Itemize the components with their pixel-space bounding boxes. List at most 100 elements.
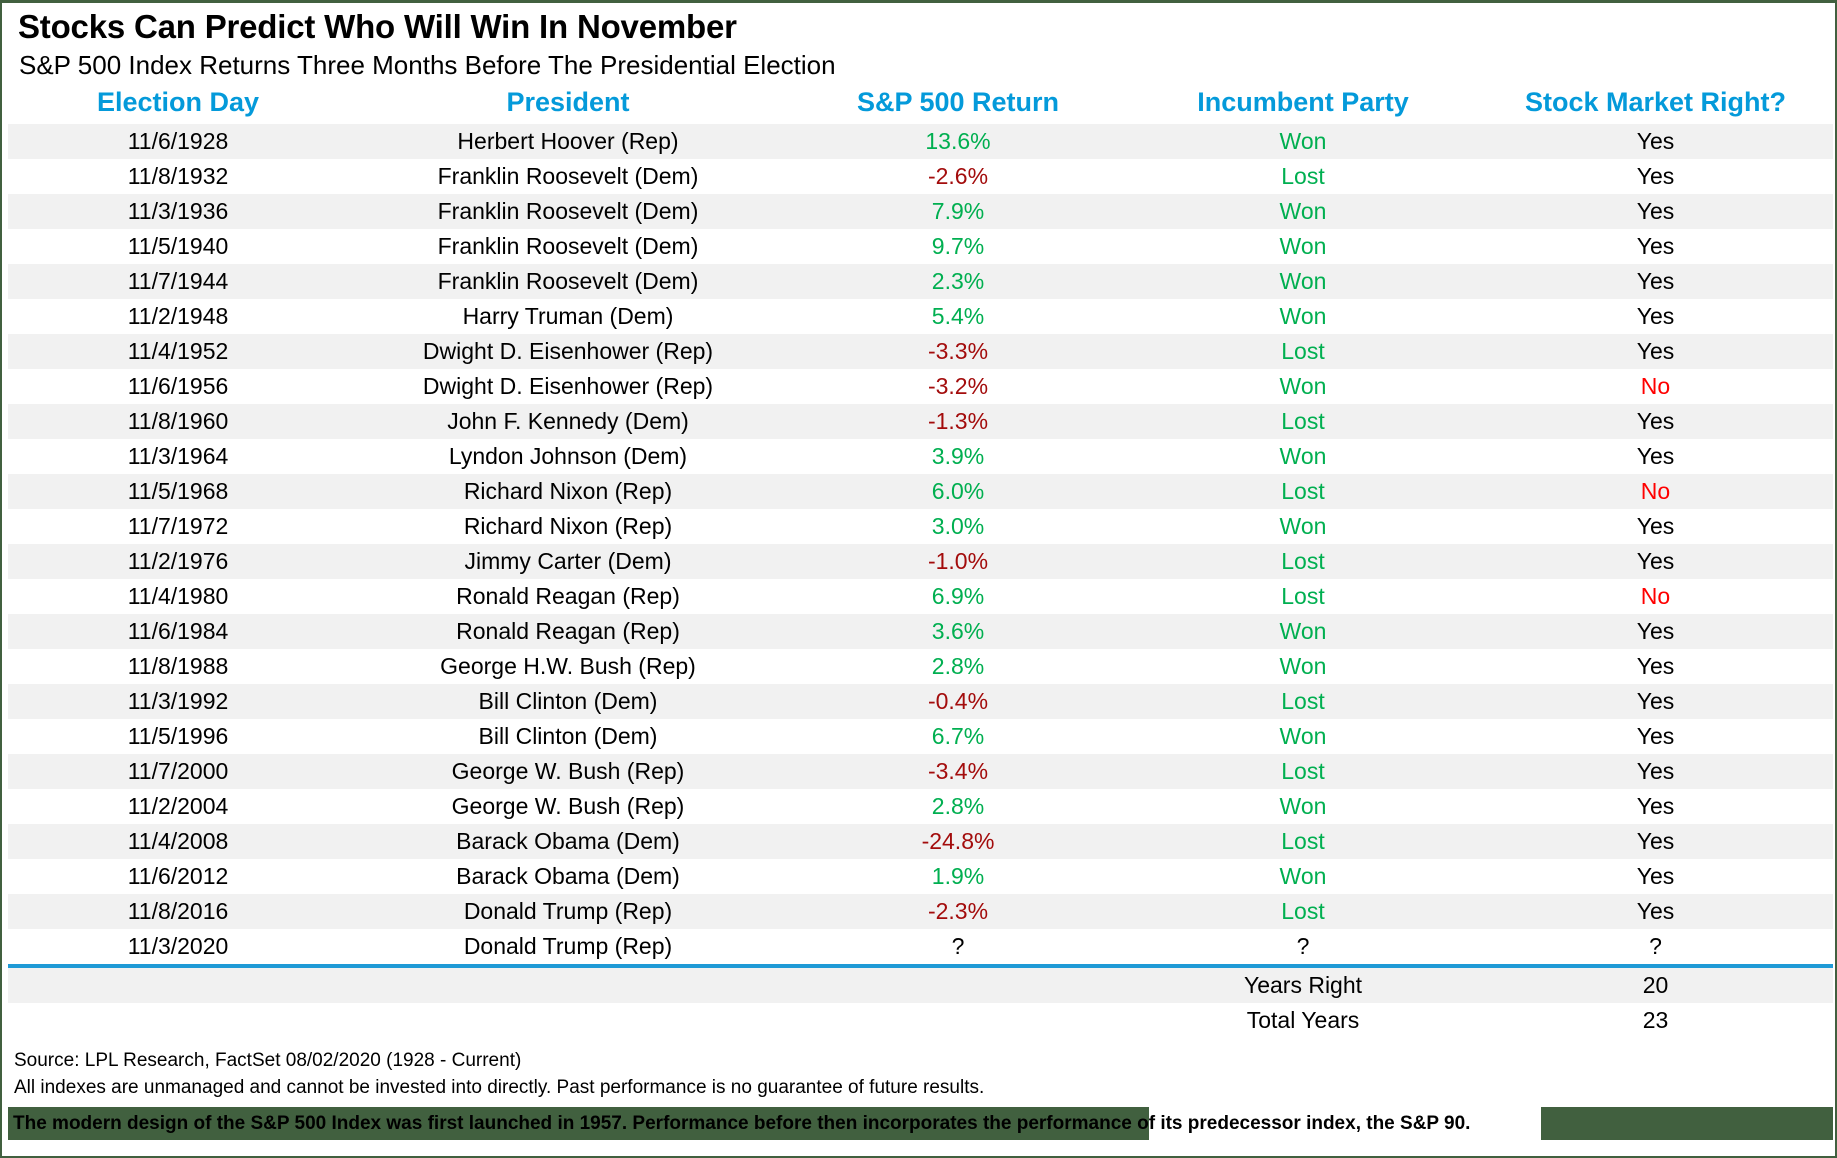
cell-stock-market-right: Yes <box>1478 613 1833 649</box>
table-row: 11/7/1972 Richard Nixon (Rep) 3.0% Won Yes <box>8 508 1833 544</box>
cell-sp500-return: 6.0% <box>788 473 1128 509</box>
cell-incumbent-party: ? <box>1128 928 1478 966</box>
cell-incumbent-party: Won <box>1128 438 1478 474</box>
cell-president: Richard Nixon (Rep) <box>348 473 788 509</box>
cell-election-day: 11/8/1960 <box>8 403 348 439</box>
cell-election-day: 11/4/1980 <box>8 578 348 614</box>
cell-incumbent-party: Won <box>1128 788 1478 824</box>
cell-incumbent-party: Lost <box>1128 823 1478 859</box>
table-row: 11/4/1952 Dwight D. Eisenhower (Rep) -3.3%… <box>8 333 1833 369</box>
cell-election-day: 11/3/2020 <box>8 928 348 966</box>
table-row: 11/6/1956 Dwight D. Eisenhower (Rep) -3.2%… <box>8 368 1833 404</box>
table-row: 11/3/1964 Lyndon Johnson (Dem) 3.9% Won Yes <box>8 438 1833 474</box>
cell-incumbent-party: Lost <box>1128 578 1478 614</box>
cell-president: Franklin Roosevelt (Dem) <box>348 193 788 229</box>
table-row: 11/3/2020 Donald Trump (Rep)??? <box>8 928 1833 966</box>
cell-incumbent-party: Won <box>1128 298 1478 334</box>
cell-president: George W. Bush (Rep) <box>348 788 788 824</box>
summary-label: Years Right <box>1128 967 1478 1003</box>
cell-president: Donald Trump (Rep) <box>348 893 788 929</box>
cell-president: Dwight D. Eisenhower (Rep) <box>348 333 788 369</box>
table-row: 11/3/1992 Bill Clinton (Dem) -0.4% Lost Yes <box>8 683 1833 719</box>
summary-table: Years Right 20 Total Years 23 <box>8 967 1833 1038</box>
cell-incumbent-party: Won <box>1128 718 1478 754</box>
summary-label: Total Years <box>1128 1002 1478 1038</box>
cell-president: Richard Nixon (Rep) <box>348 508 788 544</box>
cell-stock-market-right: Yes <box>1478 263 1833 299</box>
cell-incumbent-party: Lost <box>1128 403 1478 439</box>
cell-stock-market-right: Yes <box>1478 333 1833 369</box>
table-row: 11/3/1936 Franklin Roosevelt (Dem) 7.9% Won… <box>8 193 1833 229</box>
table-row: 11/2/1948 Harry Truman (Dem) 5.4% Won Yes <box>8 298 1833 334</box>
column-header-sp500-return: S&P 500 Return <box>788 86 1128 124</box>
cell-sp500-return: -3.4% <box>788 753 1128 789</box>
summary-value: 23 <box>1478 1002 1833 1038</box>
footnote-text: The modern design of the S&P 500 Index w… <box>13 1112 1471 1134</box>
cell-president: Barack Obama (Dem) <box>348 858 788 894</box>
cell-stock-market-right: Yes <box>1478 158 1833 194</box>
cell-incumbent-party: Won <box>1128 193 1478 229</box>
summary-row: Total Years 23 <box>8 1002 1833 1038</box>
cell-president: Ronald Reagan (Rep) <box>348 613 788 649</box>
cell-president: Herbert Hoover (Rep) <box>348 123 788 159</box>
cell-sp500-return: -24.8% <box>788 823 1128 859</box>
cell-election-day: 11/8/1988 <box>8 648 348 684</box>
cell-stock-market-right: Yes <box>1478 858 1833 894</box>
table-row: 11/5/1968 Richard Nixon (Rep) 6.0% Lost No <box>8 473 1833 509</box>
cell-incumbent-party: Lost <box>1128 158 1478 194</box>
cell-election-day: 11/8/2016 <box>8 893 348 929</box>
summary-spacer <box>348 967 788 1003</box>
cell-stock-market-right: No <box>1478 368 1833 404</box>
cell-president: Lyndon Johnson (Dem) <box>348 438 788 474</box>
infographic-page: Stocks Can Predict Who Will Win In Novem… <box>0 0 1837 1158</box>
cell-stock-market-right: Yes <box>1478 543 1833 579</box>
cell-sp500-return: -3.2% <box>788 368 1128 404</box>
cell-incumbent-party: Won <box>1128 368 1478 404</box>
cell-president: Dwight D. Eisenhower (Rep) <box>348 368 788 404</box>
cell-election-day: 11/6/2012 <box>8 858 348 894</box>
cell-election-day: 11/4/2008 <box>8 823 348 859</box>
cell-president: George H.W. Bush (Rep) <box>348 648 788 684</box>
cell-sp500-return: 1.9% <box>788 858 1128 894</box>
cell-stock-market-right: No <box>1478 578 1833 614</box>
cell-sp500-return: 13.6% <box>788 123 1128 159</box>
cell-stock-market-right: Yes <box>1478 718 1833 754</box>
cell-election-day: 11/8/1932 <box>8 158 348 194</box>
cell-sp500-return: 2.8% <box>788 648 1128 684</box>
summary-spacer <box>348 1002 788 1038</box>
cell-incumbent-party: Won <box>1128 613 1478 649</box>
table-row: 11/8/1932 Franklin Roosevelt (Dem) -2.6% Lo… <box>8 158 1833 194</box>
cell-sp500-return: -1.3% <box>788 403 1128 439</box>
cell-incumbent-party: Lost <box>1128 333 1478 369</box>
cell-incumbent-party: Won <box>1128 263 1478 299</box>
cell-incumbent-party: Won <box>1128 228 1478 264</box>
table-row: 11/8/1988 George H.W. Bush (Rep) 2.8% Won Ye… <box>8 648 1833 684</box>
cell-president: Franklin Roosevelt (Dem) <box>348 263 788 299</box>
cell-election-day: 11/3/1992 <box>8 683 348 719</box>
cell-stock-market-right: Yes <box>1478 788 1833 824</box>
cell-incumbent-party: Lost <box>1128 893 1478 929</box>
cell-president: Harry Truman (Dem) <box>348 298 788 334</box>
cell-election-day: 11/2/1976 <box>8 543 348 579</box>
table-row: 11/8/1960 John F. Kennedy (Dem) -1.3% Lost Y… <box>8 403 1833 439</box>
cell-stock-market-right: Yes <box>1478 403 1833 439</box>
cell-incumbent-party: Won <box>1128 123 1478 159</box>
cell-sp500-return: 3.9% <box>788 438 1128 474</box>
cell-sp500-return: 2.8% <box>788 788 1128 824</box>
cell-sp500-return: 3.0% <box>788 508 1128 544</box>
cell-incumbent-party: Lost <box>1128 753 1478 789</box>
cell-stock-market-right: Yes <box>1478 508 1833 544</box>
cell-sp500-return: -2.6% <box>788 158 1128 194</box>
cell-sp500-return: 6.9% <box>788 578 1128 614</box>
cell-stock-market-right: Yes <box>1478 438 1833 474</box>
cell-election-day: 11/6/1984 <box>8 613 348 649</box>
cell-president: Franklin Roosevelt (Dem) <box>348 228 788 264</box>
table-row: 11/5/1996 Bill Clinton (Dem) 6.7% Won Yes <box>8 718 1833 754</box>
cell-president: Donald Trump (Rep) <box>348 928 788 966</box>
cell-election-day: 11/3/1964 <box>8 438 348 474</box>
cell-sp500-return: ? <box>788 928 1128 966</box>
cell-incumbent-party: Won <box>1128 858 1478 894</box>
cell-election-day: 11/2/2004 <box>8 788 348 824</box>
footnote-band: The modern design of the S&P 500 Index w… <box>8 1106 1833 1140</box>
column-header-election-day: Election Day <box>8 86 348 124</box>
